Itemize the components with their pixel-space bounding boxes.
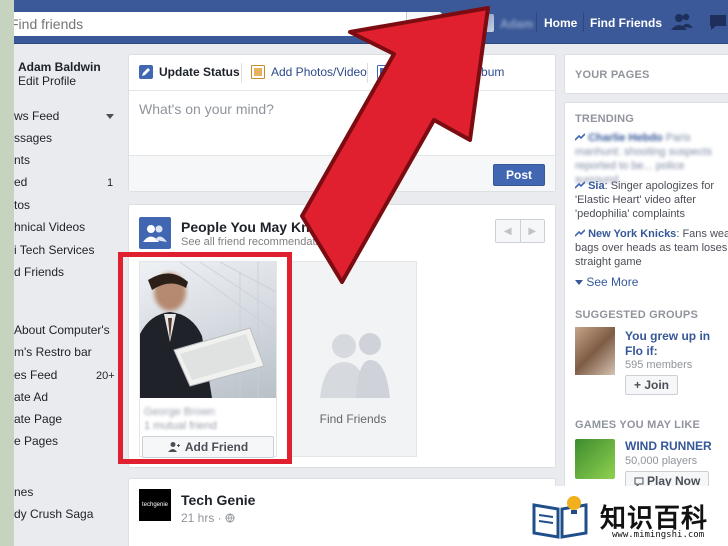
sidebar-item-technical-videos[interactable]: hnical Videos — [14, 220, 85, 234]
add-friend-highlight-box — [118, 252, 292, 464]
composer-footer: Post — [129, 155, 555, 191]
sidebar-count: 20+ — [96, 370, 115, 382]
post-author-logo[interactable]: techgenie — [139, 489, 171, 521]
facebook-page: Adam Home Find Friends Adam Baldwin Edit… — [14, 0, 728, 546]
photo-icon — [251, 65, 265, 79]
pencil-icon — [139, 65, 153, 79]
sidebar-item-photos[interactable]: tos — [14, 198, 30, 212]
games-heading: GAMES YOU MAY LIKE — [575, 419, 701, 431]
join-group-button[interactable]: + Join — [625, 375, 679, 395]
tab-divider — [367, 63, 368, 83]
chevron-right-icon[interactable]: ▶ — [521, 220, 545, 242]
status-composer: Update Status Add Photos/Video Create Ph… — [128, 54, 556, 192]
sidebar-item-about-computers[interactable]: About Computer's — [14, 323, 110, 337]
sidebar-item-restro-bar[interactable]: m's Restro bar — [14, 345, 92, 359]
globe-icon — [225, 513, 235, 523]
chevron-down-icon[interactable] — [106, 114, 114, 120]
friends-silhouette-icon — [320, 333, 390, 398]
group-photo[interactable] — [575, 327, 615, 375]
tab-add-photos[interactable]: Add Photos/Video — [251, 65, 367, 79]
group-name-link[interactable]: You grew up in Flo if: — [625, 329, 725, 359]
sidebar-item-pages-feed[interactable]: es Feed — [14, 368, 57, 382]
sidebar-item-events[interactable]: nts — [14, 153, 30, 167]
pymk-see-all-link[interactable]: See all friend recommendations — [181, 236, 336, 248]
left-sidebar: Adam Baldwin Edit Profile ws Feed ssages… — [14, 44, 130, 546]
find-friends-link[interactable]: Find Friends — [590, 16, 662, 30]
game-players: 50,000 players — [625, 455, 698, 467]
your-pages-panel: YOUR PAGES — [564, 54, 728, 94]
composer-tabs: Update Status Add Photos/Video Create Ph… — [129, 55, 555, 91]
post-button[interactable]: Post — [493, 164, 545, 186]
pymk-pager: ◀ ▶ — [495, 219, 545, 243]
your-pages-heading[interactable]: YOUR PAGES — [575, 69, 650, 81]
sidebar-item-news-feed[interactable]: ws Feed — [14, 109, 59, 123]
tab-label: Update Status — [159, 65, 240, 79]
sidebar-count: 1 — [107, 177, 114, 189]
pymk-title[interactable]: People You May Know — [181, 219, 329, 235]
tab-update-status[interactable]: Update Status — [139, 65, 240, 79]
search-box — [14, 12, 442, 36]
profile-avatar[interactable] — [476, 14, 494, 32]
book-lightbulb-icon — [532, 496, 588, 539]
trending-item[interactable]: New York Knicks: Fans wear bags over hea… — [574, 227, 728, 269]
suggested-groups-heading: SUGGESTED GROUPS — [575, 309, 698, 321]
sidebar-profile-name[interactable]: Adam Baldwin — [18, 60, 101, 74]
sidebar-item-create-ad[interactable]: ate Ad — [14, 390, 48, 404]
people-icon — [139, 217, 171, 249]
status-input[interactable]: What's on your mind? — [139, 101, 274, 117]
friend-requests-icon[interactable] — [670, 12, 694, 32]
search-button[interactable] — [406, 12, 442, 36]
tab-create-album[interactable]: Create Photo Album — [377, 65, 504, 79]
nav-divider — [536, 12, 537, 32]
trending-heading: TRENDING — [575, 113, 635, 125]
game-name-link[interactable]: WIND RUNNER — [625, 439, 712, 454]
game-icon[interactable] — [575, 439, 615, 479]
tab-divider — [241, 63, 242, 83]
top-navigation-bar: Adam Home Find Friends — [14, 0, 728, 44]
watermark-text: 知识百科 — [600, 503, 709, 534]
sidebar-item-games[interactable]: nes — [14, 485, 33, 499]
chevron-down-icon — [575, 280, 583, 285]
game-controller-icon — [634, 477, 644, 486]
trending-arrow-icon — [574, 181, 586, 189]
sidebar-item-tech-services[interactable]: i Tech Services — [14, 243, 94, 257]
sidebar-item-candy-crush[interactable]: dy Crush Saga — [14, 507, 93, 521]
trending-arrow-icon — [574, 229, 586, 237]
find-friends-label: Find Friends — [319, 412, 387, 426]
nav-divider — [583, 12, 584, 32]
sidebar-item-messages[interactable]: ssages — [14, 131, 52, 145]
see-more-link[interactable]: See More — [575, 275, 638, 289]
home-link[interactable]: Home — [544, 16, 577, 30]
sidebar-item-find-friends[interactable]: d Friends — [14, 265, 64, 279]
tab-label: Create Photo Album — [397, 65, 505, 79]
tab-label: Add Photos/Video — [271, 65, 367, 79]
post-timestamp[interactable]: 21 hrs · — [181, 511, 235, 525]
right-panel: TRENDING Charlie Hebdo Paris manhunt: sh… — [564, 102, 728, 542]
group-members: 595 members — [625, 359, 693, 371]
trending-arrow-icon — [574, 133, 586, 141]
sidebar-item-create-page[interactable]: ate Page — [14, 412, 62, 426]
messages-icon[interactable] — [708, 12, 728, 32]
profile-name-link[interactable]: Adam — [500, 17, 533, 31]
find-friends-card[interactable]: Find Friends — [289, 261, 417, 457]
edit-profile-link[interactable]: Edit Profile — [18, 74, 76, 88]
sidebar-item-like-pages[interactable]: e Pages — [14, 434, 58, 448]
chevron-left-icon[interactable]: ◀ — [496, 220, 521, 242]
watermark-url: www.mimingshi.com — [612, 530, 705, 540]
sidebar-item-saved[interactable]: ed — [14, 175, 27, 189]
logo-text: techgenie — [141, 502, 169, 508]
search-icon — [418, 17, 432, 31]
search-input[interactable] — [14, 16, 400, 32]
feed-post: techgenie Tech Genie 21 hrs · — [128, 478, 556, 546]
album-icon — [377, 65, 391, 79]
watermark: 知识百科 www.mimingshi.com — [516, 486, 728, 546]
trending-item[interactable]: Sia: Singer apologizes for 'Elastic Hear… — [574, 179, 728, 221]
post-author-name[interactable]: Tech Genie — [181, 492, 255, 508]
